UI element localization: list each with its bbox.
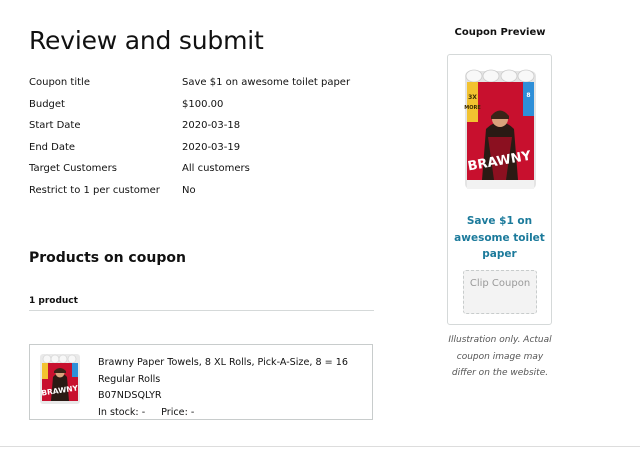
coupon-preview-card: 3X MORE 8 BRAWNY Save $1 on awesome toil…	[447, 54, 552, 325]
product-name: Brawny Paper Towels, 8 XL Rolls, Pick-A-…	[98, 357, 348, 385]
detail-value: No	[182, 184, 196, 196]
footer-divider	[0, 446, 640, 447]
detail-label: Start Date	[29, 120, 81, 132]
detail-row-start-date: Start Date 2020-03-18	[29, 115, 409, 137]
detail-label: End Date	[29, 141, 76, 153]
product-count: 1 product	[29, 296, 78, 306]
product-card: BRAWNY Brawny Paper Towels, 8 XL Rolls, …	[29, 344, 373, 420]
detail-value: All customers	[182, 163, 250, 175]
detail-row-coupon-title: Coupon title Save $1 on awesome toilet p…	[29, 72, 409, 94]
products-section-title: Products on coupon	[29, 250, 186, 266]
detail-value: $100.00	[182, 98, 224, 110]
coupon-preview-title: Coupon Preview	[454, 27, 546, 38]
detail-value: 2020-03-18	[182, 120, 241, 132]
product-price: Price: -	[161, 406, 195, 418]
detail-value: Save $1 on awesome toilet paper	[182, 77, 351, 89]
detail-label: Target Customers	[29, 163, 117, 175]
paper-towel-pack-image: BRAWNY	[40, 354, 80, 404]
detail-label: Restrict to 1 per customer	[29, 184, 160, 196]
detail-label: Coupon title	[29, 77, 90, 89]
divider	[29, 310, 374, 311]
clip-coupon-button[interactable]: Clip Coupon	[463, 270, 537, 314]
coupon-preview-text: Save $1 on awesome toilet paper	[454, 215, 545, 260]
product-info: Brawny Paper Towels, 8 XL Rolls, Pick-A-…	[98, 355, 368, 421]
detail-row-end-date: End Date 2020-03-19	[29, 137, 409, 159]
detail-row-target-customers: Target Customers All customers	[29, 158, 409, 180]
svg-text:MORE: MORE	[464, 105, 481, 111]
detail-label: Budget	[29, 98, 65, 110]
illustration-note: Illustration only. Actual coupon image m…	[448, 335, 552, 378]
detail-row-budget: Budget $100.00	[29, 94, 409, 116]
product-stock: In stock: -	[98, 406, 146, 418]
svg-text:3X: 3X	[468, 94, 477, 101]
svg-text:8: 8	[526, 92, 530, 99]
detail-value: 2020-03-19	[182, 141, 241, 153]
product-stock-line: In stock: - Price: -	[98, 405, 368, 422]
coupon-details: Coupon title Save $1 on awesome toilet p…	[29, 72, 409, 201]
paper-towel-pack-image: 3X MORE 8 BRAWNY	[464, 69, 536, 189]
product-asin: B07NDSQLYR	[98, 390, 162, 401]
page-title: Review and submit	[29, 26, 264, 55]
detail-row-restrict: Restrict to 1 per customer No	[29, 180, 409, 202]
